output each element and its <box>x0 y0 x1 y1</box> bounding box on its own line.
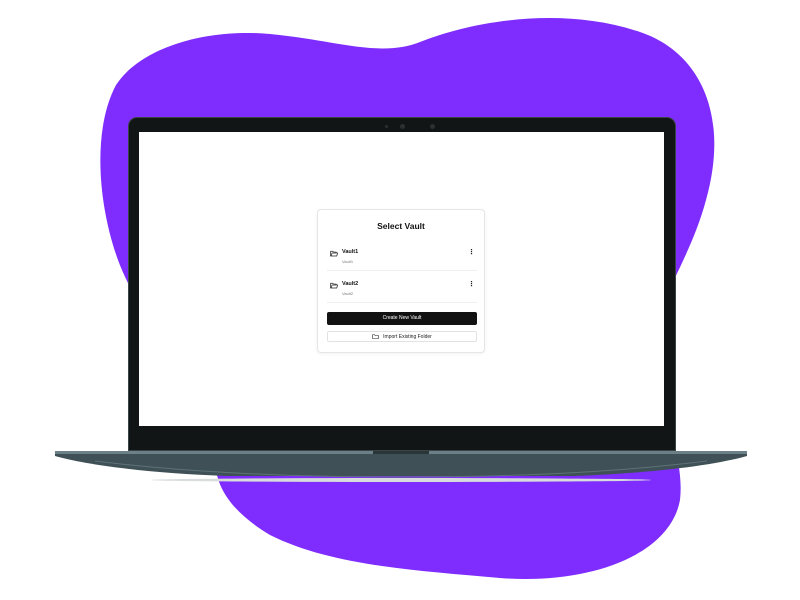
folder-import-icon <box>372 334 379 339</box>
camera-sensor-icon <box>430 124 435 129</box>
laptop-base <box>55 451 747 482</box>
divider <box>327 302 477 303</box>
vault-name: Vault2 <box>342 281 359 287</box>
camera-dot-icon <box>385 125 388 128</box>
folder-open-icon <box>330 250 338 257</box>
vault-item-vault1[interactable]: Vault1 Vault1 ⋮ <box>327 246 477 276</box>
folder-open-icon <box>330 282 338 289</box>
vault-path: Vault2 <box>342 291 354 296</box>
select-vault-dialog: Select Vault Vault1 Vault1 ⋮ Vault2 Vaul… <box>317 209 485 353</box>
create-new-vault-button[interactable]: Create New Vault <box>327 312 477 325</box>
vault-name: Vault1 <box>342 249 359 255</box>
vault-path: Vault1 <box>342 259 354 264</box>
more-vertical-icon[interactable]: ⋮ <box>468 281 475 288</box>
vault-item-vault2[interactable]: Vault2 Vault2 ⋮ <box>327 278 477 308</box>
import-button-label: Import Existing Folder <box>383 334 432 340</box>
divider <box>327 270 477 271</box>
dialog-title: Select Vault <box>377 221 425 231</box>
more-vertical-icon[interactable]: ⋮ <box>468 249 475 256</box>
import-existing-folder-button[interactable]: Import Existing Folder <box>327 331 477 342</box>
camera-lens-icon <box>400 124 405 129</box>
app-screen: Select Vault Vault1 Vault1 ⋮ Vault2 Vaul… <box>139 132 664 426</box>
